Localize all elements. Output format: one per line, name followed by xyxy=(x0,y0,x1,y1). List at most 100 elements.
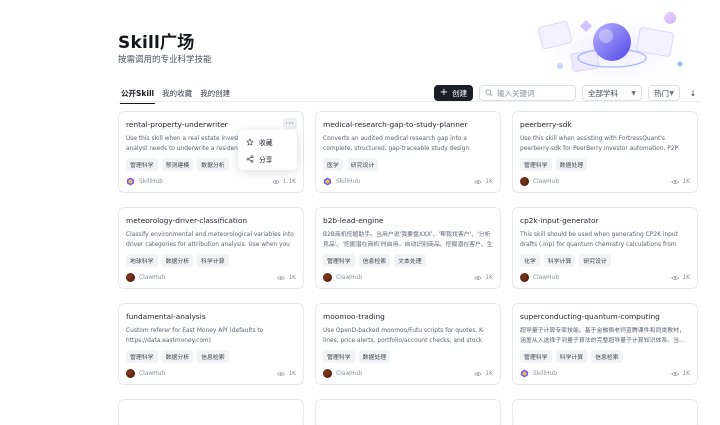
menu-item-favorite[interactable]: 收藏 xyxy=(238,133,297,150)
tag[interactable]: 管理科学 xyxy=(323,350,355,363)
menu-item-favorite-label: 收藏 xyxy=(259,138,273,147)
skill-name: superconducting-quantum-computing xyxy=(520,312,660,321)
tag[interactable]: 信息检索 xyxy=(591,350,623,363)
toolbar: + 创建 全部学科 ▼ 热门 ▼ ↓ xyxy=(434,85,700,101)
tag[interactable]: 文本处理 xyxy=(394,254,426,267)
menu-item-share-label: 分享 xyxy=(259,155,273,164)
tag[interactable]: 数据分析 xyxy=(161,350,194,363)
tag[interactable]: 医学 xyxy=(323,158,343,171)
skill-description: Use this skill when assisting with Fortr… xyxy=(520,136,679,152)
tag[interactable]: 管理科学 xyxy=(520,350,552,363)
view-count: 1K xyxy=(474,371,493,377)
eye-icon xyxy=(474,275,483,280)
view-count-value: 1K xyxy=(485,178,493,185)
skill-name: peerberry-sdk xyxy=(520,120,572,129)
search-input[interactable] xyxy=(497,88,567,98)
create-button-label: 创建 xyxy=(452,88,468,98)
create-button[interactable]: + 创建 xyxy=(434,85,473,101)
skill-description: 超导量子计算专家技能。基于金融佩老师蓝腾课件和同类教材，涵盖从入选择子到量子算法… xyxy=(520,328,685,344)
skill-card[interactable]: meteorology-driver-classification Classif… xyxy=(118,207,304,289)
clawhub-avatar-icon xyxy=(126,273,135,282)
tag[interactable]: 管理科学 xyxy=(520,158,552,171)
source: ClawHub xyxy=(126,369,165,378)
search-box[interactable] xyxy=(479,85,576,101)
skill-description: Custom referer for East Money API (defau… xyxy=(126,328,264,344)
view-count: 1K xyxy=(277,371,296,377)
tag-list: 管理科学 数据处理 xyxy=(323,350,493,363)
eye-icon xyxy=(272,179,280,184)
skill-card[interactable]: cp2k-input-generator This skill should be… xyxy=(512,207,698,289)
tag[interactable]: 科学计算 xyxy=(197,254,229,267)
tag[interactable]: 预测建模 xyxy=(161,158,194,171)
card-footer: SkillHub 1.1K xyxy=(126,177,296,186)
skill-name: medical-research-gap-to-study-planner xyxy=(323,120,468,129)
skill-card[interactable] xyxy=(315,399,501,425)
skillhub-logo-icon xyxy=(520,369,529,378)
sort-direction-icon[interactable]: ↓ xyxy=(686,85,700,101)
tag-list: 管理科学 数据处理 xyxy=(520,158,690,171)
view-count-value: 1K xyxy=(485,274,493,281)
tag[interactable]: 数据处理 xyxy=(555,158,588,171)
tag-list: 管理科学 科学计算 信息检索 xyxy=(520,350,690,363)
source: SkillHub xyxy=(520,369,557,378)
source: SkillHub xyxy=(126,177,163,186)
card-footer: ClawHub 1K xyxy=(520,177,690,186)
view-count-value: 1K xyxy=(288,274,296,281)
skill-name: cp2k-input-generator xyxy=(520,216,599,225)
eye-icon xyxy=(474,371,483,376)
skill-description: This skill should be used when generatin… xyxy=(520,232,678,248)
share-icon xyxy=(246,154,254,163)
source-label: SkillHub xyxy=(336,178,360,185)
card-footer: SkillHub 1K xyxy=(323,177,493,186)
source: ClawHub xyxy=(520,177,559,186)
tag[interactable]: 科学计算 xyxy=(543,254,576,267)
tag[interactable]: 信息检索 xyxy=(358,254,391,267)
search-icon xyxy=(485,89,493,97)
menu-item-share[interactable]: 分享 xyxy=(238,150,297,167)
tag[interactable]: 研究设计 xyxy=(346,158,379,171)
eye-icon xyxy=(277,275,286,280)
skill-card[interactable]: medical-research-gap-to-study-planner Con… xyxy=(315,111,501,193)
more-options-button[interactable]: ··· xyxy=(283,118,297,129)
tag[interactable]: 地球科学 xyxy=(126,254,158,267)
skill-description: B2B商机挖掘助手。当用户说'我要盘XXX'、'帮我找客户'、'分析竞品'、'挖… xyxy=(323,232,493,248)
tag[interactable]: 数据处理 xyxy=(358,350,391,363)
source-label: SkillHub xyxy=(533,370,557,377)
skill-card[interactable]: moomoo-trading Use OpenD-backed moomoo/Fu… xyxy=(315,303,501,385)
tag[interactable]: 管理科学 xyxy=(126,350,158,363)
view-count: 1K xyxy=(671,179,690,185)
view-count-value: 1K xyxy=(682,178,690,185)
tag[interactable]: 化学 xyxy=(520,254,540,267)
tag[interactable]: 信息检索 xyxy=(197,350,229,363)
view-count: 1K xyxy=(474,179,493,185)
clawhub-avatar-icon xyxy=(520,177,529,186)
tab-divider xyxy=(118,101,700,102)
card-footer: ClawHub 1K xyxy=(126,273,296,282)
source-label: ClawHub xyxy=(139,370,166,377)
tag[interactable]: 数据分析 xyxy=(161,254,194,267)
skill-card[interactable]: fundamental-analysis Custom referer for E… xyxy=(118,303,304,385)
tag-list: 医学 研究设计 xyxy=(323,158,493,171)
skill-card[interactable]: peerberry-sdk Use this skill when assisti… xyxy=(512,111,698,193)
tag[interactable]: 数据分析 xyxy=(197,158,229,171)
tag[interactable]: 科学计算 xyxy=(555,350,588,363)
skill-card[interactable] xyxy=(118,399,304,425)
tag[interactable]: 管理科学 xyxy=(323,254,355,267)
skill-card[interactable]: superconducting-quantum-computing 超导量子计算专… xyxy=(512,303,698,385)
skill-card[interactable] xyxy=(512,399,698,425)
tag-list: 地球科学 数据分析 科学计算 xyxy=(126,254,296,267)
sort-select[interactable]: 热门 ▼ xyxy=(648,85,680,101)
page-title: Skill广场 xyxy=(118,33,195,53)
tag-list: 化学 科学计算 研究设计 xyxy=(520,254,690,267)
tag[interactable]: 研究设计 xyxy=(579,254,611,267)
clawhub-avatar-icon xyxy=(520,273,529,282)
skill-name: fundamental-analysis xyxy=(126,312,206,321)
source: ClawHub xyxy=(126,273,165,282)
category-select[interactable]: 全部学科 ▼ xyxy=(582,85,642,101)
hero-illustration xyxy=(530,10,700,90)
category-select-value: 全部学科 xyxy=(588,88,618,98)
view-count: 1K xyxy=(671,275,690,281)
view-count: 1.1K xyxy=(272,179,296,185)
tag[interactable]: 管理科学 xyxy=(126,158,158,171)
skill-card[interactable]: b2b-lead-engine B2B商机挖掘助手。当用户说'我要盘XXX'、'帮… xyxy=(315,207,501,289)
